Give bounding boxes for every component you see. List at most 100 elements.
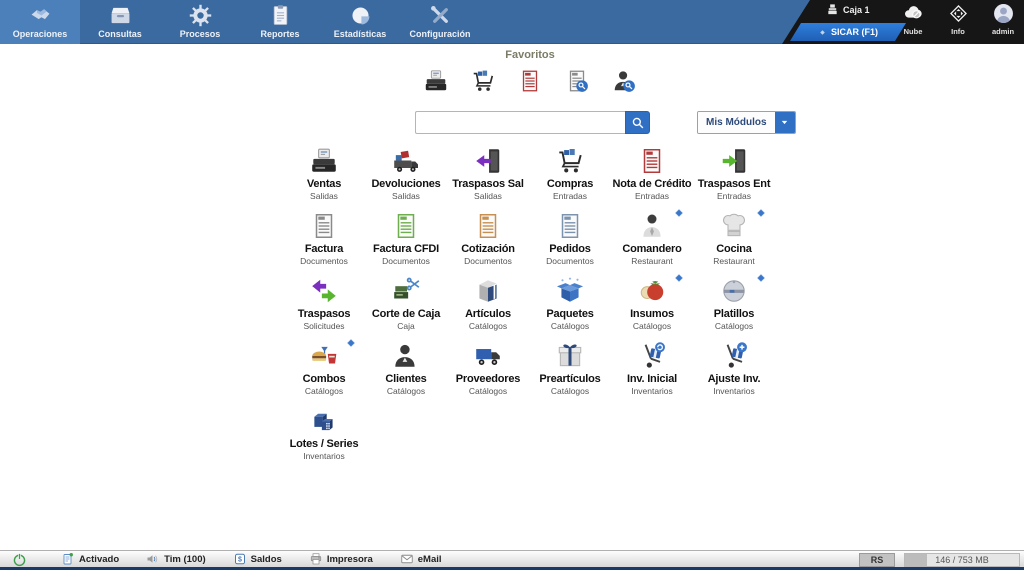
brand-label: SICAR (F1) xyxy=(831,27,878,37)
module-name: Compras xyxy=(547,178,593,190)
module-item[interactable]: Cocina Restaurant xyxy=(693,208,775,273)
status-saldos[interactable]: $ Saldos xyxy=(233,552,282,566)
module-item[interactable]: Combos Catálogos xyxy=(283,338,365,403)
module-item[interactable]: Factura Documentos xyxy=(283,208,365,273)
module-name: Ventas xyxy=(307,178,341,190)
brand-banner[interactable]: SICAR (F1) xyxy=(790,23,906,41)
module-name: Preartículos xyxy=(539,373,600,385)
module-category: Caja xyxy=(397,321,414,331)
my-modules-dropdown[interactable]: Mis Módulos xyxy=(697,111,796,134)
door-in-icon xyxy=(719,146,749,176)
module-item[interactable]: Compras Entradas xyxy=(529,143,611,208)
nav-tab[interactable]: Consultas xyxy=(80,0,160,44)
nav-tab[interactable]: Reportes xyxy=(240,0,320,44)
search-icon xyxy=(630,115,646,131)
module-item[interactable]: Clientes Catálogos xyxy=(365,338,447,403)
nav-tabs: Operaciones Consultas Procesos Reportes … xyxy=(0,0,480,44)
product-box-icon xyxy=(473,276,503,306)
module-category: Solicitudes xyxy=(303,321,344,331)
nav-tab-label: Procesos xyxy=(180,29,221,39)
document-orange-icon xyxy=(473,211,503,241)
module-item[interactable]: Cotización Documentos xyxy=(447,208,529,273)
module-item[interactable]: Insumos Catálogos xyxy=(611,273,693,338)
nav-tab[interactable]: Operaciones xyxy=(0,0,80,44)
status-email[interactable]: eMail xyxy=(400,552,442,566)
module-name: Cocina xyxy=(716,243,751,255)
module-category: Catálogos xyxy=(633,321,671,331)
status-tim-100-[interactable]: Tim (100) xyxy=(146,552,206,566)
module-item[interactable]: Ajuste Inv. Inventarios xyxy=(693,338,775,403)
nav-tab-label: Estadísticas xyxy=(334,29,387,39)
module-item[interactable]: Artículos Catálogos xyxy=(447,273,529,338)
favorite-ventas[interactable] xyxy=(423,68,449,96)
module-item[interactable]: Corte de Caja Caja xyxy=(365,273,447,338)
module-category: Catálogos xyxy=(551,386,589,396)
module-item[interactable]: Platillos Catálogos xyxy=(693,273,775,338)
status-activado[interactable]: Activado xyxy=(61,552,119,566)
module-item[interactable]: Factura CFDI Documentos xyxy=(365,208,447,273)
status-item-label: Impresora xyxy=(327,554,373,565)
module-name: Ajuste Inv. xyxy=(708,373,761,385)
license-doc-icon xyxy=(61,552,75,566)
module-item[interactable]: Pedidos Documentos xyxy=(529,208,611,273)
module-name: Cotización xyxy=(461,243,515,255)
module-item[interactable]: Nota de Crédito Entradas xyxy=(611,143,693,208)
favorite-consulta-clientes[interactable] xyxy=(611,68,637,96)
module-category: Documentos xyxy=(382,256,430,266)
favorite-nota-credito[interactable] xyxy=(517,68,543,96)
module-item[interactable]: Comandero Restaurant xyxy=(611,208,693,273)
module-category: Entradas xyxy=(553,191,587,201)
nav-tab[interactable]: Estadísticas xyxy=(320,0,400,44)
combo-meal-icon xyxy=(309,341,339,371)
module-category: Salidas xyxy=(310,191,338,201)
pie-chart-icon xyxy=(348,3,373,28)
module-category: Catálogos xyxy=(305,386,343,396)
module-item[interactable]: Lotes / Series Inventarios xyxy=(283,403,365,468)
module-category: Catálogos xyxy=(387,386,425,396)
return-truck-icon xyxy=(391,146,421,176)
shopping-cart-icon xyxy=(555,146,585,176)
module-name: Proveedores xyxy=(456,373,520,385)
register-indicator[interactable]: Caja 1 xyxy=(826,3,870,16)
nav-tab[interactable]: Configuración xyxy=(400,0,480,44)
module-name: Clientes xyxy=(385,373,426,385)
status-impresora[interactable]: Impresora xyxy=(309,552,373,566)
quick-action-info[interactable]: Info xyxy=(940,2,976,36)
module-item[interactable]: Ventas Salidas xyxy=(283,143,365,208)
delivery-truck-icon xyxy=(473,341,503,371)
vegetables-icon xyxy=(637,276,667,306)
module-item[interactable]: Preartículos Catálogos xyxy=(529,338,611,403)
chevron-down-icon xyxy=(779,117,790,128)
module-item[interactable]: Devoluciones Salidas xyxy=(365,143,447,208)
module-item[interactable]: Traspasos Solicitudes xyxy=(283,273,365,338)
module-item[interactable]: Inv. Inicial Inventarios xyxy=(611,338,693,403)
handshake-icon xyxy=(28,3,53,28)
module-category: Catálogos xyxy=(469,386,507,396)
module-category: Documentos xyxy=(464,256,512,266)
module-item[interactable]: Traspasos Sal Salidas xyxy=(447,143,529,208)
module-name: Paquetes xyxy=(546,308,593,320)
module-item[interactable]: Proveedores Catálogos xyxy=(447,338,529,403)
module-name: Factura CFDI xyxy=(373,243,439,255)
module-item[interactable]: Paquetes Catálogos xyxy=(529,273,611,338)
nav-tab-label: Reportes xyxy=(260,29,299,39)
diamond-icon xyxy=(818,28,827,37)
diamond-arrows-icon xyxy=(947,2,970,25)
search-button[interactable] xyxy=(625,111,650,134)
favorite-compras[interactable] xyxy=(470,68,496,96)
envelope-icon xyxy=(400,552,414,566)
person-icon xyxy=(391,341,421,371)
quick-action-admin[interactable]: admin xyxy=(985,2,1021,36)
nav-tab[interactable]: Procesos xyxy=(160,0,240,44)
quick-action-nube[interactable]: Nube xyxy=(895,2,931,36)
dollar-box-icon: $ xyxy=(233,552,247,566)
power-icon[interactable] xyxy=(12,552,27,567)
stamp-speaker-icon xyxy=(146,552,160,566)
module-category: Catálogos xyxy=(715,321,753,331)
status-item-label: Tim (100) xyxy=(164,554,206,565)
search-input[interactable] xyxy=(415,111,625,134)
document-red-icon xyxy=(517,68,543,94)
module-item[interactable]: Traspasos Ent Entradas xyxy=(693,143,775,208)
module-name: Factura xyxy=(305,243,343,255)
favorite-consulta-documentos[interactable] xyxy=(564,68,590,96)
